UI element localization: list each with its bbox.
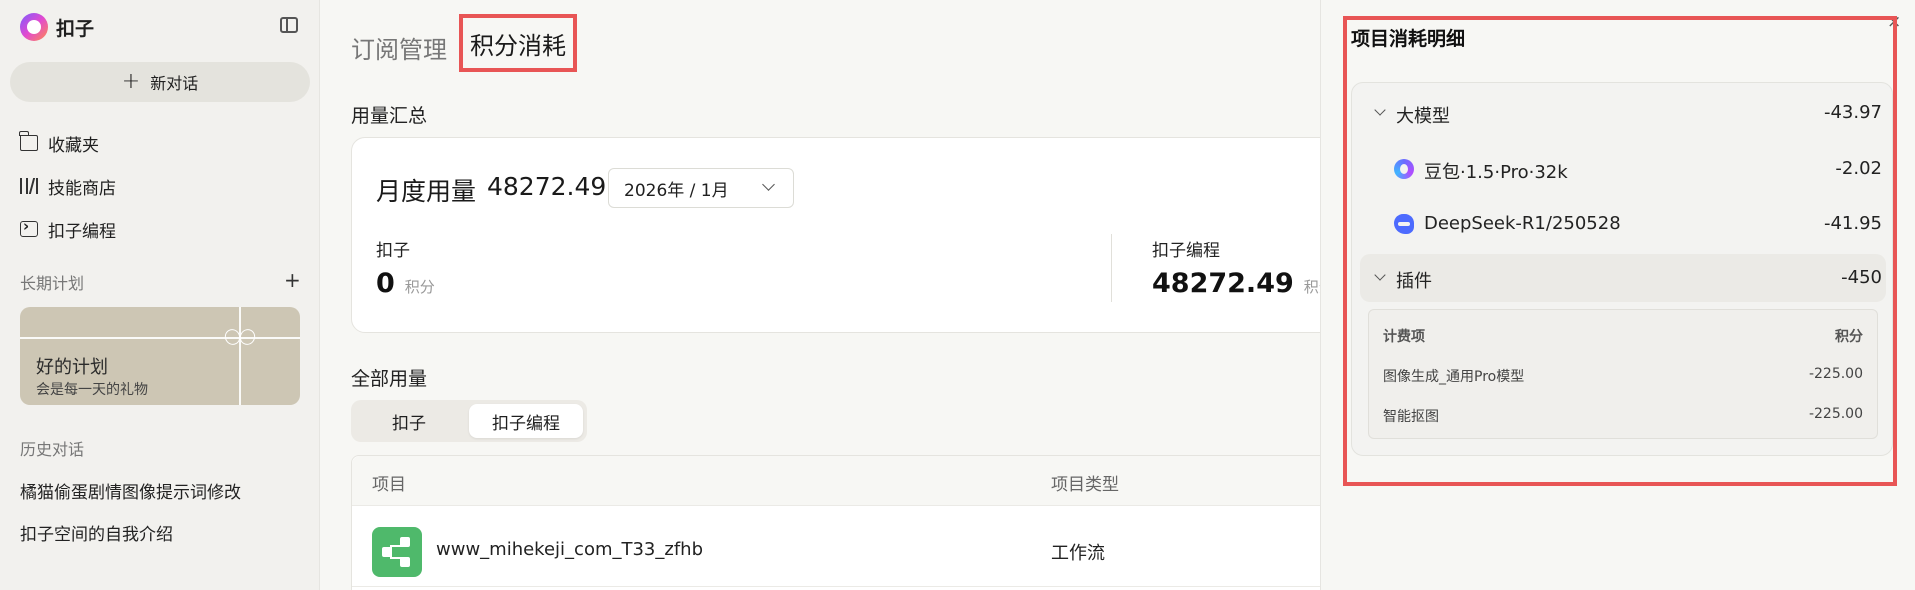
table-row: 图像生成_通用Pro模型 -225.00	[1383, 366, 1863, 386]
plus-icon: +	[121, 69, 141, 94]
sidebar-toggle-icon[interactable]	[280, 17, 298, 33]
books-icon	[20, 178, 38, 194]
chevron-down-icon	[1374, 104, 1386, 116]
plan-card-title: 好的计划	[36, 357, 108, 378]
stat-coze-coding-label: 扣子编程	[1152, 241, 1220, 261]
ribbon-decoration	[239, 307, 241, 405]
plan-card[interactable]: 好的计划 会是每一天的礼物	[20, 307, 300, 405]
folder-icon	[19, 131, 38, 151]
sidebar-item-label: 技能商店	[48, 178, 116, 199]
stat-unit: 积分	[404, 278, 435, 296]
fee-item: 图像生成_通用Pro模型	[1383, 369, 1525, 385]
chevron-down-icon	[762, 178, 775, 191]
usage-summary-title: 用量汇总	[351, 105, 428, 127]
stat-coze-coding: 48272.49 积分	[1152, 268, 1334, 299]
history-item[interactable]: 橘猫偷蛋剧情图像提示词修改	[20, 478, 241, 503]
usage-table: 项目 项目类型 www_mihekeji_com_T33_zfhb 工作流	[351, 455, 1351, 590]
doubao-icon	[1394, 159, 1414, 179]
model-value: -2.02	[1835, 158, 1882, 179]
tab-subscription[interactable]: 订阅管理	[351, 30, 447, 65]
stat-coze-value: 0	[376, 268, 395, 299]
group-label: 插件	[1396, 271, 1432, 292]
fee-points: -225.00	[1808, 406, 1863, 422]
stat-coze-label: 扣子	[376, 241, 410, 261]
all-usage-title: 全部用量	[351, 368, 428, 390]
group-llm[interactable]: 大模型 -43.97	[1360, 89, 1886, 137]
drawer-title: 项目消耗明细	[1351, 28, 1466, 50]
table-row: 智能抠图 -225.00	[1383, 406, 1863, 426]
sidebar: 扣子 + 新对话 收藏夹 技能商店 扣子编程 长期计划 + 好的计划 会是每一天…	[0, 0, 320, 590]
model-row: 豆包·1.5·Pro·32k -2.02	[1360, 145, 1886, 193]
main-content: 订阅管理 积分消耗 用量汇总 月度用量 48272.49 2026年 / 1月 …	[321, 0, 1351, 590]
fee-item: 智能抠图	[1383, 409, 1439, 425]
model-row: DeepSeek-R1/250528 -41.95	[1360, 200, 1886, 248]
column-header-project-type: 项目类型	[1051, 475, 1119, 495]
divider	[1111, 234, 1112, 302]
segment-coze-coding[interactable]: 扣子编程	[469, 404, 583, 438]
ribbon-decoration	[20, 337, 300, 339]
monthly-usage-label: 月度用量	[376, 177, 477, 206]
plan-card-subtitle: 会是每一天的礼物	[36, 382, 148, 398]
group-value: -43.97	[1823, 102, 1882, 123]
monthly-usage-value: 48272.49	[487, 172, 607, 201]
plugin-fee-table: 计费项 积分 图像生成_通用Pro模型 -225.00 智能抠图 -225.00	[1368, 309, 1878, 439]
stat-coze-coding-value: 48272.49	[1152, 268, 1294, 299]
model-label: DeepSeek-R1/250528	[1424, 213, 1621, 234]
sidebar-item-favorites[interactable]: 收藏夹	[19, 128, 99, 158]
new-chat-button[interactable]: + 新对话	[10, 62, 310, 102]
sidebar-item-label: 扣子编程	[48, 221, 116, 242]
table-row[interactable]: www_mihekeji_com_T33_zfhb 工作流	[352, 507, 1350, 587]
sidebar-item-coze-coding[interactable]: 扣子编程	[20, 214, 116, 244]
group-plugins[interactable]: 插件 -450	[1360, 254, 1886, 302]
add-plan-button[interactable]: +	[284, 268, 301, 292]
model-value: -41.95	[1823, 213, 1882, 234]
table-header: 项目 项目类型	[352, 456, 1350, 506]
project-detail-drawer: × 项目消耗明细 大模型 -43.97 豆包·1.5·Pro·32k -2.02…	[1320, 0, 1915, 590]
bow-icon	[225, 329, 255, 347]
logo[interactable]: 扣子	[20, 12, 94, 42]
column-header-project: 项目	[372, 475, 406, 495]
column-header-fee-item: 计费项	[1383, 329, 1425, 345]
logo-icon	[20, 13, 48, 41]
code-icon	[20, 217, 38, 237]
column-header-points: 积分	[1835, 329, 1863, 345]
workflow-icon	[372, 527, 422, 577]
month-select[interactable]: 2026年 / 1月	[608, 168, 794, 208]
fee-points: -225.00	[1808, 366, 1863, 382]
logo-text: 扣子	[56, 17, 95, 40]
month-select-value: 2026年 / 1月	[624, 180, 729, 201]
history-section-title: 历史对话	[20, 440, 85, 459]
sidebar-item-label: 收藏夹	[48, 135, 99, 156]
chevron-down-icon	[1374, 269, 1386, 281]
sidebar-item-skill-store[interactable]: 技能商店	[20, 171, 116, 201]
usage-segmented-control: 扣子 扣子编程	[351, 400, 587, 442]
stat-coze: 0 积分	[376, 268, 435, 299]
fee-table-header: 计费项 积分	[1383, 326, 1863, 346]
model-label: 豆包·1.5·Pro·32k	[1424, 162, 1568, 183]
new-chat-label: 新对话	[150, 74, 199, 93]
deepseek-icon	[1394, 214, 1414, 234]
tab-points-usage[interactable]: 积分消耗	[459, 14, 577, 72]
group-value: -450	[1841, 267, 1882, 288]
usage-summary-card: 月度用量 48272.49 2026年 / 1月 扣子 0 积分 扣子编程 482…	[351, 137, 1351, 333]
history-item[interactable]: 扣子空间的自我介绍	[20, 520, 173, 545]
project-type: 工作流	[1051, 543, 1105, 564]
group-label: 大模型	[1396, 106, 1450, 127]
segment-coze[interactable]: 扣子	[355, 404, 463, 438]
project-name: www_mihekeji_com_T33_zfhb	[436, 539, 704, 560]
consumption-detail-panel: 大模型 -43.97 豆包·1.5·Pro·32k -2.02 DeepSeek…	[1351, 82, 1893, 456]
plans-section-title: 长期计划	[20, 274, 85, 293]
